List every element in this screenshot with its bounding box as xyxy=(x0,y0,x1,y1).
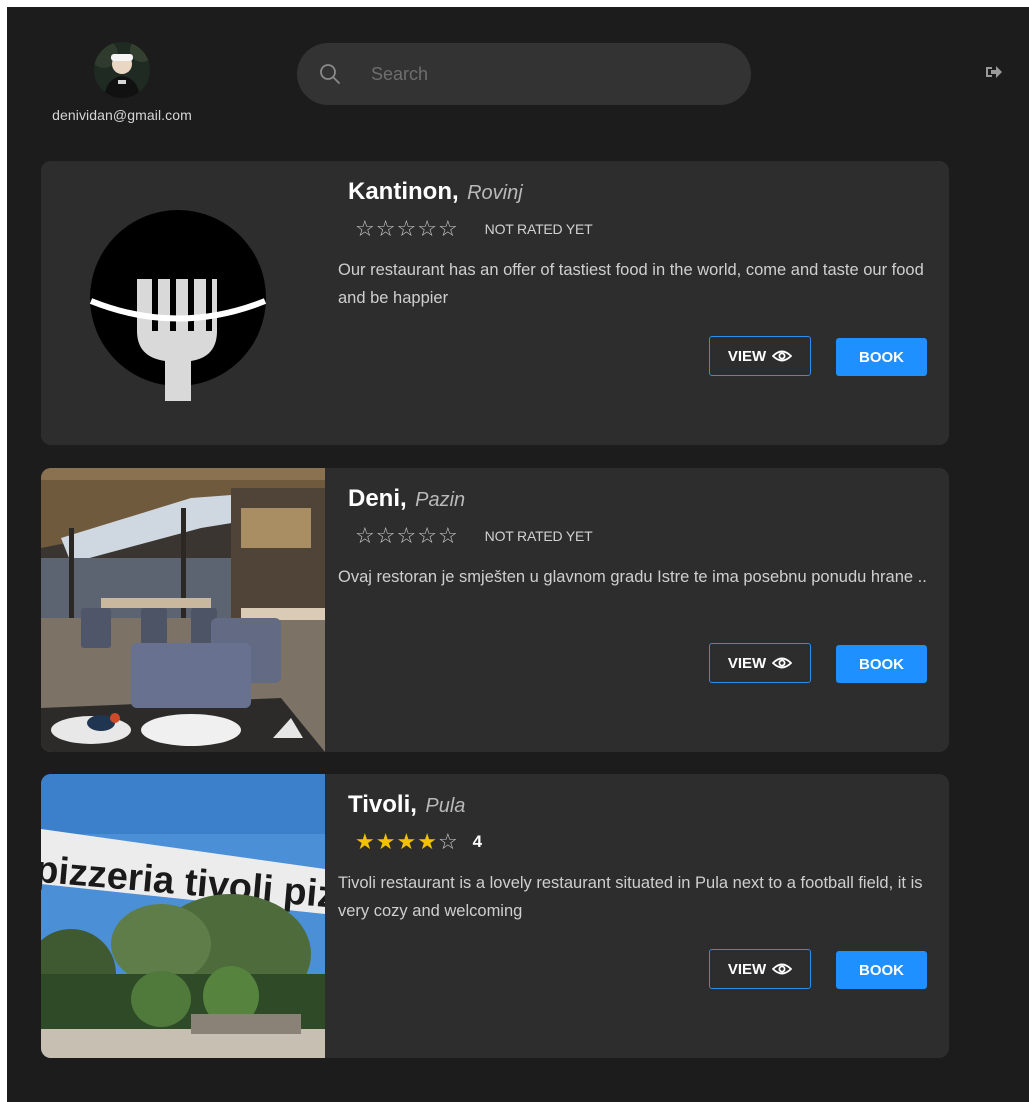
star-filled-icon: ★ xyxy=(355,829,375,854)
card-body: Deni, Pazin ☆ ☆ ☆ ☆ ☆ NOT RATED YET Ovaj… xyxy=(338,468,927,752)
book-button[interactable]: BOOK xyxy=(836,951,927,989)
star-empty-icon: ☆ xyxy=(396,523,417,548)
restaurant-image xyxy=(41,161,325,445)
user-avatar-icon xyxy=(94,42,150,98)
star-empty-icon: ☆ xyxy=(396,216,417,241)
avatar[interactable] xyxy=(94,42,150,98)
star-filled-icon: ★ xyxy=(375,829,396,854)
star-empty-icon: ☆ xyxy=(355,216,375,241)
eye-icon xyxy=(772,963,793,975)
search-bar[interactable] xyxy=(297,43,751,105)
restaurant-city: Pula xyxy=(425,795,466,817)
search-input[interactable] xyxy=(369,62,693,86)
restaurant-name: Deni, xyxy=(348,485,407,512)
star-filled-icon: ★ xyxy=(417,829,437,854)
app-root: denividan@gmail.com Search Kantinon, Rov… xyxy=(7,7,1029,1102)
view-button-label: VIEW xyxy=(727,654,767,672)
view-button[interactable]: VIEW xyxy=(709,949,811,989)
star-empty-icon: ☆ xyxy=(375,523,396,548)
card-title: Deni, Pazin xyxy=(348,485,465,513)
fork-logo-icon xyxy=(41,161,325,445)
restaurant-interior-photo-icon xyxy=(41,468,325,752)
pizzeria-storefront-photo-icon: pizzeria tivoli pizz xyxy=(41,774,325,1058)
eye-icon xyxy=(772,350,793,362)
card-title: Tivoli, Pula xyxy=(348,791,465,819)
restaurant-card: pizzeria tivoli pizz Tivoli, Pula ★ ★ ★ … xyxy=(41,774,949,1058)
restaurant-description: Ovaj restoran je smješten u glavnom grad… xyxy=(338,568,927,586)
book-button[interactable]: BOOK xyxy=(836,338,927,376)
card-title: Kantinon, Rovinj xyxy=(348,178,523,206)
sign-out-icon[interactable] xyxy=(985,64,1003,80)
card-body: Kantinon, Rovinj ☆ ☆ ☆ ☆ ☆ NOT RATED YET… xyxy=(338,161,927,445)
restaurant-city: Pazin xyxy=(415,489,466,511)
rating-label: NOT RATED YET xyxy=(484,221,593,237)
star-empty-icon: ☆ xyxy=(437,523,458,548)
restaurant-image: pizzeria tivoli pizz xyxy=(41,774,325,1058)
rating: ★ ★ ★ ★ ☆ 4 xyxy=(355,830,482,854)
restaurant-card: Kantinon, Rovinj ☆ ☆ ☆ ☆ ☆ NOT RATED YET… xyxy=(41,161,949,445)
view-button[interactable]: VIEW xyxy=(709,643,811,683)
user-profile[interactable]: denividan@gmail.com xyxy=(32,42,212,123)
restaurant-card: Deni, Pazin ☆ ☆ ☆ ☆ ☆ NOT RATED YET Ovaj… xyxy=(41,468,949,752)
star-filled-icon: ★ xyxy=(396,829,417,854)
restaurant-name: Kantinon, xyxy=(348,178,459,205)
view-button-label: VIEW xyxy=(727,347,767,365)
restaurant-name: Tivoli, xyxy=(348,791,417,818)
restaurant-city: Rovinj xyxy=(467,182,523,204)
rating-value: 4 xyxy=(472,832,483,851)
book-button[interactable]: BOOK xyxy=(836,645,927,683)
rating: ☆ ☆ ☆ ☆ ☆ NOT RATED YET xyxy=(355,524,593,548)
star-empty-icon: ☆ xyxy=(437,829,458,854)
star-empty-icon: ☆ xyxy=(355,523,375,548)
eye-icon xyxy=(772,657,793,669)
star-empty-icon: ☆ xyxy=(417,216,437,241)
view-button[interactable]: VIEW xyxy=(709,336,811,376)
rating: ☆ ☆ ☆ ☆ ☆ NOT RATED YET xyxy=(355,217,593,241)
rating-label: NOT RATED YET xyxy=(484,528,593,544)
view-button-label: VIEW xyxy=(727,960,767,978)
star-empty-icon: ☆ xyxy=(437,216,458,241)
card-body: Tivoli, Pula ★ ★ ★ ★ ☆ 4 Tivoli restaura… xyxy=(338,774,927,1058)
star-empty-icon: ☆ xyxy=(417,523,437,548)
restaurant-description: Our restaurant has an offer of tastiest … xyxy=(338,261,924,307)
restaurant-image xyxy=(41,468,325,752)
star-empty-icon: ☆ xyxy=(375,216,396,241)
user-email: denividan@gmail.com xyxy=(52,107,192,123)
search-icon xyxy=(320,64,340,84)
restaurant-description: Tivoli restaurant is a lovely restaurant… xyxy=(338,874,923,920)
